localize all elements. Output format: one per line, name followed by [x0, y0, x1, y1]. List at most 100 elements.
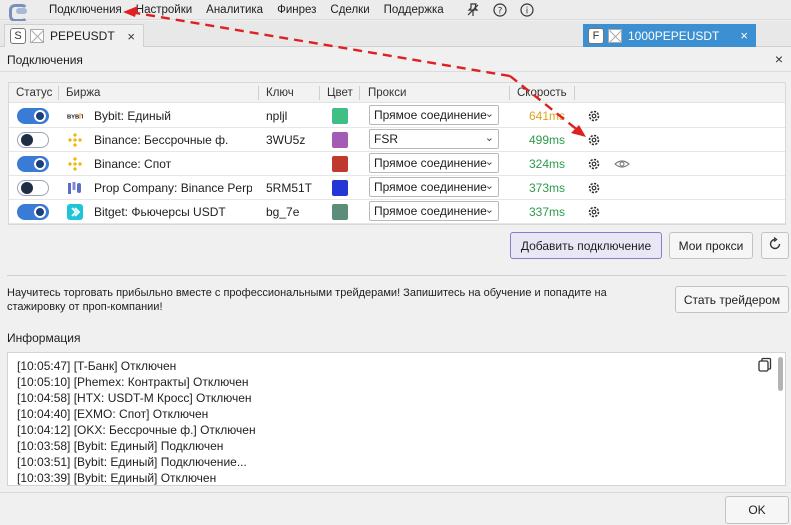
- tab-label: 1000PEPEUSDT: [628, 28, 720, 43]
- log-line: [10:04:12] [OKX: Бессрочные ф.] Отключен: [17, 423, 256, 437]
- my-proxies-button[interactable]: Мои прокси: [669, 232, 753, 259]
- exchange-name: Bybit: Единый: [94, 109, 172, 123]
- section-divider: [7, 275, 786, 276]
- status-toggle[interactable]: [17, 204, 49, 220]
- color-swatch[interactable]: [332, 132, 348, 148]
- settings-gear-icon[interactable]: [586, 204, 602, 220]
- prop-company-logo-icon: [67, 180, 83, 196]
- header-separator: [258, 86, 259, 100]
- exchange-name: Prop Company: Binance Perpe: [94, 181, 252, 195]
- status-toggle[interactable]: [17, 180, 49, 196]
- proxy-value: Прямое соединение: [374, 156, 487, 170]
- pin-icon[interactable]: [465, 2, 481, 18]
- header-color: Цвет: [327, 87, 353, 99]
- table-row[interactable]: Prop Company: Binance Perpe 5RM51T Прямо…: [9, 176, 785, 200]
- header-separator: [359, 86, 360, 100]
- table-row[interactable]: Binance: Спот Прямое соединение ⌄ 324ms: [9, 152, 785, 176]
- add-connection-button[interactable]: Добавить подключение: [510, 232, 662, 259]
- menu-connections[interactable]: Подключения: [42, 4, 129, 16]
- api-key: npljl: [266, 109, 288, 123]
- dialog-title: Подключения: [7, 52, 83, 67]
- log-line: [10:03:51] [Bybit: Единый] Подключение..…: [17, 455, 247, 469]
- eye-icon[interactable]: [613, 156, 631, 172]
- speed-value: 324ms: [529, 157, 566, 171]
- tab-label: PEPEUSDT: [50, 29, 115, 43]
- footer-divider: [0, 492, 791, 493]
- info-log[interactable]: [10:05:47] [T-Банк] Отключен [10:05:10] …: [7, 352, 786, 486]
- menu-settings[interactable]: Настройки: [129, 4, 199, 16]
- table-row[interactable]: Bitget: Фьючерсы USDT bg_7e Прямое соеди…: [9, 200, 785, 224]
- header-separator: [574, 86, 575, 100]
- chevron-down-icon: ⌄: [484, 180, 494, 192]
- menu-finrez[interactable]: Финрез: [270, 4, 323, 16]
- help-icon[interactable]: ?: [492, 2, 508, 18]
- table-row[interactable]: BYBT Bybit: Единый npljl Прямое соединен…: [9, 104, 785, 128]
- tab-close-icon[interactable]: ×: [127, 29, 135, 44]
- chevron-down-icon: ⌄: [484, 132, 494, 144]
- proxy-select[interactable]: Прямое соединение ⌄: [369, 177, 499, 197]
- svg-text:T: T: [81, 115, 83, 121]
- ok-button[interactable]: OK: [725, 496, 789, 524]
- color-swatch[interactable]: [332, 156, 348, 172]
- tab-market-letter: S: [10, 28, 26, 44]
- header-speed: Скорость: [517, 87, 567, 99]
- proxy-value: Прямое соединение: [374, 180, 487, 194]
- connections-table: Статус Биржа Ключ Цвет Прокси Скорость B…: [8, 82, 786, 225]
- speed-value: 337ms: [529, 205, 566, 219]
- log-line: [10:04:40] [EXMO: Спот] Отключен: [17, 407, 209, 421]
- api-key: 3WU5z: [266, 133, 306, 147]
- exchange-name: Bitget: Фьючерсы USDT: [94, 205, 226, 219]
- log-line: [10:03:58] [Bybit: Единый] Подключен: [17, 439, 224, 453]
- tab-image-placeholder-icon: [608, 28, 622, 43]
- info-icon[interactable]: i: [519, 2, 535, 18]
- connections-window: Подключения Настройки Аналитика Финрез С…: [0, 0, 791, 525]
- proxy-select[interactable]: Прямое соединение ⌄: [369, 153, 499, 173]
- table-header: Статус Биржа Ключ Цвет Прокси Скорость: [9, 83, 785, 103]
- settings-gear-icon[interactable]: [586, 156, 602, 172]
- settings-gear-icon[interactable]: [586, 132, 602, 148]
- color-swatch[interactable]: [332, 180, 348, 196]
- settings-gear-icon[interactable]: [586, 108, 602, 124]
- log-scrollbar[interactable]: [771, 353, 785, 485]
- log-scroll-thumb[interactable]: [778, 357, 783, 391]
- tab-close-icon[interactable]: ×: [740, 28, 748, 43]
- status-toggle[interactable]: [17, 132, 49, 148]
- svg-text:i: i: [525, 6, 528, 16]
- become-trader-button[interactable]: Стать трейдером: [675, 286, 789, 313]
- svg-text:?: ?: [497, 6, 502, 16]
- dialog-header: Подключения ×: [0, 48, 791, 72]
- color-swatch[interactable]: [332, 108, 348, 124]
- proxy-select[interactable]: Прямое соединение ⌄: [369, 201, 499, 221]
- log-line: [10:04:58] [HTX: USDT-M Кросс] Отключен: [17, 391, 252, 405]
- promo-text: Научитесь торговать прибыльно вместе с п…: [7, 287, 607, 313]
- menu-trades[interactable]: Сделки: [323, 4, 376, 16]
- log-line: [10:05:10] [Phemex: Контракты] Отключен: [17, 375, 249, 389]
- refresh-button[interactable]: [761, 232, 789, 259]
- exchange-name: Binance: Бессрочные ф.: [94, 133, 229, 147]
- tab-1000pepeusdt[interactable]: F 1000PEPEUSDT ×: [583, 24, 756, 47]
- dialog-close-icon[interactable]: ×: [771, 51, 787, 67]
- tab-pepeusdt[interactable]: S PEPEUSDT ×: [4, 24, 144, 47]
- api-key: bg_7e: [266, 205, 300, 219]
- status-toggle[interactable]: [17, 108, 49, 124]
- log-line: [10:05:47] [T-Банк] Отключен: [17, 359, 177, 373]
- settings-gear-icon[interactable]: [586, 180, 602, 196]
- menu-support[interactable]: Поддержка: [377, 4, 451, 16]
- proxy-value: FSR: [374, 132, 398, 146]
- proxy-select[interactable]: FSR ⌄: [369, 129, 499, 149]
- api-key: 5RM51T: [266, 181, 313, 195]
- header-separator: [58, 86, 59, 100]
- tab-strip: S PEPEUSDT × F 1000PEPEUSDT ×: [0, 21, 791, 47]
- tab-image-placeholder-icon: [30, 29, 44, 43]
- bitget-logo-icon: [67, 204, 83, 220]
- color-swatch[interactable]: [332, 204, 348, 220]
- proxy-select[interactable]: Прямое соединение ⌄: [369, 105, 499, 125]
- header-separator: [509, 86, 510, 100]
- table-row[interactable]: Binance: Бессрочные ф. 3WU5z FSR ⌄ 499ms: [9, 128, 785, 152]
- chevron-down-icon: ⌄: [484, 108, 494, 120]
- speed-value: 499ms: [529, 133, 566, 147]
- header-separator: [319, 86, 320, 100]
- menu-analytics[interactable]: Аналитика: [199, 4, 270, 16]
- log-line: [10:03:39] [Bybit: Единый] Отключен: [17, 471, 217, 485]
- status-toggle[interactable]: [17, 156, 49, 172]
